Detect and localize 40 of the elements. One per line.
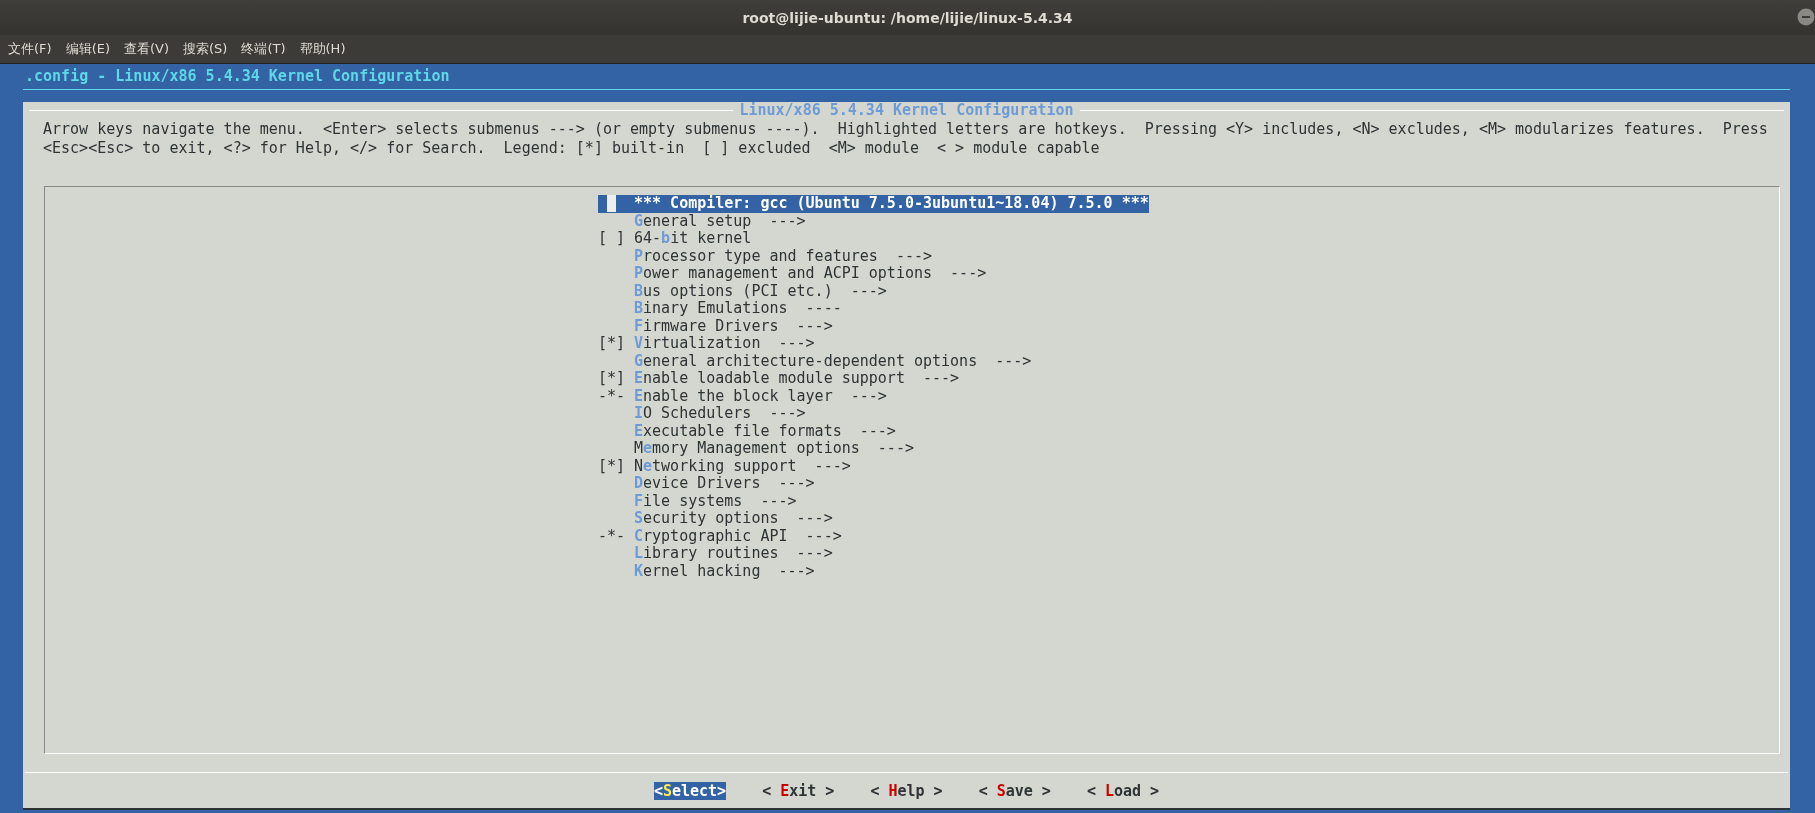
dialog-button[interactable]: < Save >	[978, 782, 1051, 800]
dialog-button[interactable]: < Load >	[1086, 782, 1160, 800]
text-cursor	[607, 195, 616, 213]
menu-option[interactable]: -*- Enable the block layer --->	[598, 387, 887, 405]
menu-option[interactable]: Processor type and features --->	[598, 247, 932, 265]
menu-option[interactable]: Device Drivers --->	[598, 475, 815, 493]
help-text: Arrow keys navigate the menu. <Enter> selects submenus ---> (or empty submenus ----). Highlighted letters are hotkeys. Pressing <Y> includes, <N> excludes, <M> modularizes features. Press	[43, 120, 1769, 139]
menu-option[interactable]: File systems --->	[598, 492, 797, 510]
menu-option[interactable]: *** Compiler: gcc (Ubuntu 7.5.0-3ubuntu1~18.04) 7.5.0 ***	[598, 195, 1149, 213]
menu-option[interactable]: Firmware Drivers --->	[598, 317, 833, 335]
menu-option[interactable]: [ ] 64-bit kernel	[598, 230, 752, 248]
menu-option[interactable]: Executable file formats --->	[598, 422, 896, 440]
header-title: .config - Linux/x86 5.4.34 Kernel Configuration	[24, 66, 451, 85]
menu-option[interactable]: Binary Emulations ----	[598, 300, 842, 318]
menu-option[interactable]: Security options --->	[598, 510, 833, 528]
menu-item[interactable]: 终端(T)	[241, 40, 286, 58]
menu-option[interactable]: General architecture-dependent options --->	[598, 352, 1032, 370]
menu-option[interactable]: [*] Virtualization --->	[598, 335, 815, 353]
menu-option[interactable]: Kernel hacking --->	[598, 562, 815, 580]
minimize-icon[interactable]	[1797, 8, 1815, 26]
help-text: <Esc><Esc> to exit, <?> for Help, </> for Search. Legend: [*] built-in [ ] excluded <M> module < > module capable	[43, 139, 1101, 158]
menu-option[interactable]: [*] Enable loadable module support --->	[598, 370, 960, 388]
dialog-button[interactable]: < Help >	[870, 782, 943, 800]
dialog-title: Linux/x86 5.4.34 Kernel Configuration	[739, 102, 1074, 118]
menu-item[interactable]: 查看(V)	[124, 40, 170, 58]
menu-option[interactable]: Memory Management options --->	[598, 440, 914, 458]
menu-option[interactable]: [*] Networking support --->	[598, 457, 851, 475]
menu-option[interactable]: Power management and ACPI options --->	[598, 265, 987, 283]
menu-option[interactable]: General setup --->	[598, 212, 806, 230]
window-title: root@lijie-ubuntu: /home/lijie/linux-5.4.34	[742, 9, 1073, 26]
menu-item[interactable]: 帮助(H)	[299, 40, 346, 58]
menu-option[interactable]: -*- Cryptographic API --->	[598, 527, 842, 545]
dialog-button[interactable]: < Exit >	[762, 782, 835, 800]
dialog-button[interactable]: <Select>	[653, 782, 727, 800]
menu-item[interactable]: 编辑(E)	[65, 40, 110, 58]
menu-option[interactable]: Bus options (PCI etc.) --->	[598, 282, 887, 300]
menu-item[interactable]: 搜索(S)	[183, 40, 228, 58]
menu-option[interactable]: Library routines --->	[598, 545, 833, 563]
menu-item[interactable]: 文件(F)	[8, 40, 52, 58]
menu-option[interactable]: IO Schedulers --->	[598, 405, 806, 423]
